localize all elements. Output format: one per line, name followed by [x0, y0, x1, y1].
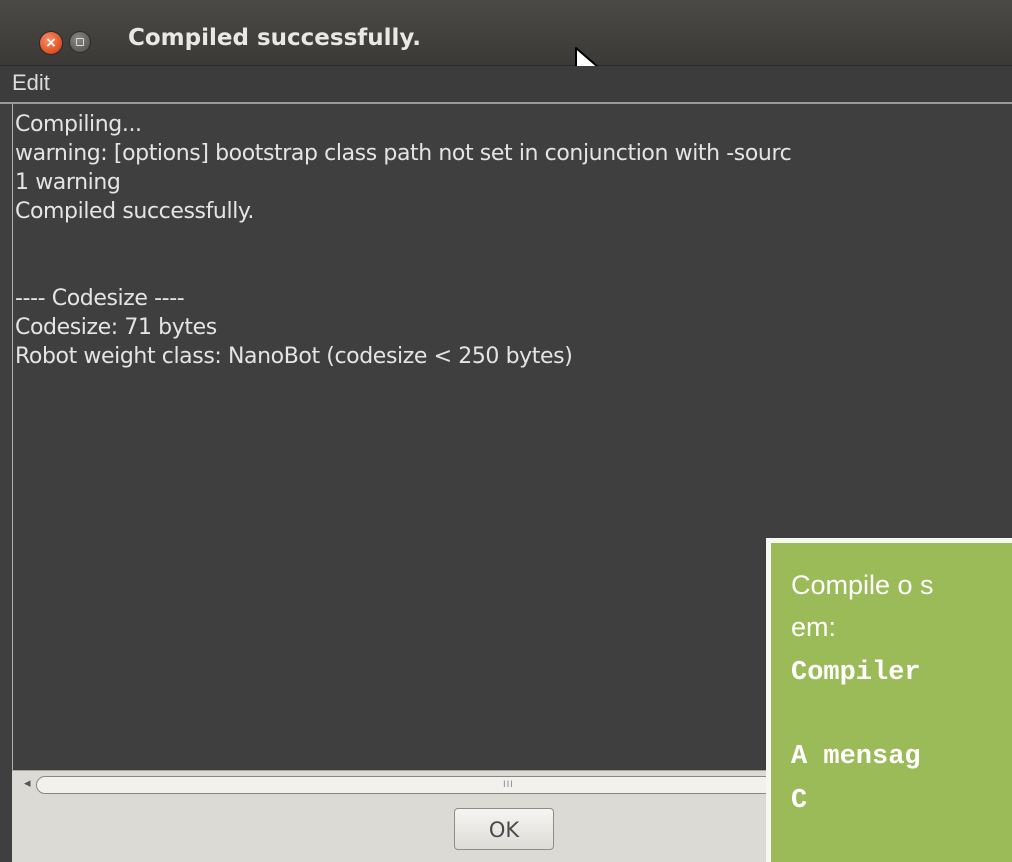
- scrollbar-grip-icon: III: [503, 780, 514, 790]
- maximize-window-button[interactable]: [70, 32, 90, 52]
- scroll-left-arrow-icon[interactable]: ◂: [24, 776, 31, 791]
- maximize-icon: [76, 38, 84, 46]
- instruction-callout: Compile o s em: Compiler A mensag C: [766, 538, 1012, 862]
- output-line: Robot weight class: NanoBot (codesize < …: [15, 344, 573, 369]
- callout-line: Compile o s: [791, 570, 934, 600]
- output-line: Codesize: 71 bytes: [15, 315, 217, 340]
- compile-dialog-window: × Compiled successfully. Edit Compiling.…: [0, 0, 1012, 862]
- output-line: ---- Codesize ----: [15, 286, 185, 311]
- callout-line: C: [791, 786, 808, 816]
- close-icon: ×: [45, 35, 57, 51]
- output-line: warning: [options] bootstrap class path …: [15, 141, 792, 166]
- ok-button[interactable]: OK: [454, 808, 554, 850]
- output-line: Compiled successfully.: [15, 199, 254, 224]
- callout-line: Compiler: [791, 658, 921, 688]
- output-line: Compiling...: [15, 112, 142, 137]
- close-window-button[interactable]: ×: [40, 32, 62, 54]
- output-line: 1 warning: [15, 170, 121, 195]
- window-title: Compiled successfully.: [128, 25, 422, 51]
- callout-line: A mensag: [791, 742, 921, 772]
- title-bar[interactable]: × Compiled successfully.: [0, 0, 1012, 82]
- callout-line: em:: [791, 612, 837, 642]
- menu-bar: Edit: [0, 66, 1012, 104]
- menu-edit[interactable]: Edit: [12, 70, 50, 96]
